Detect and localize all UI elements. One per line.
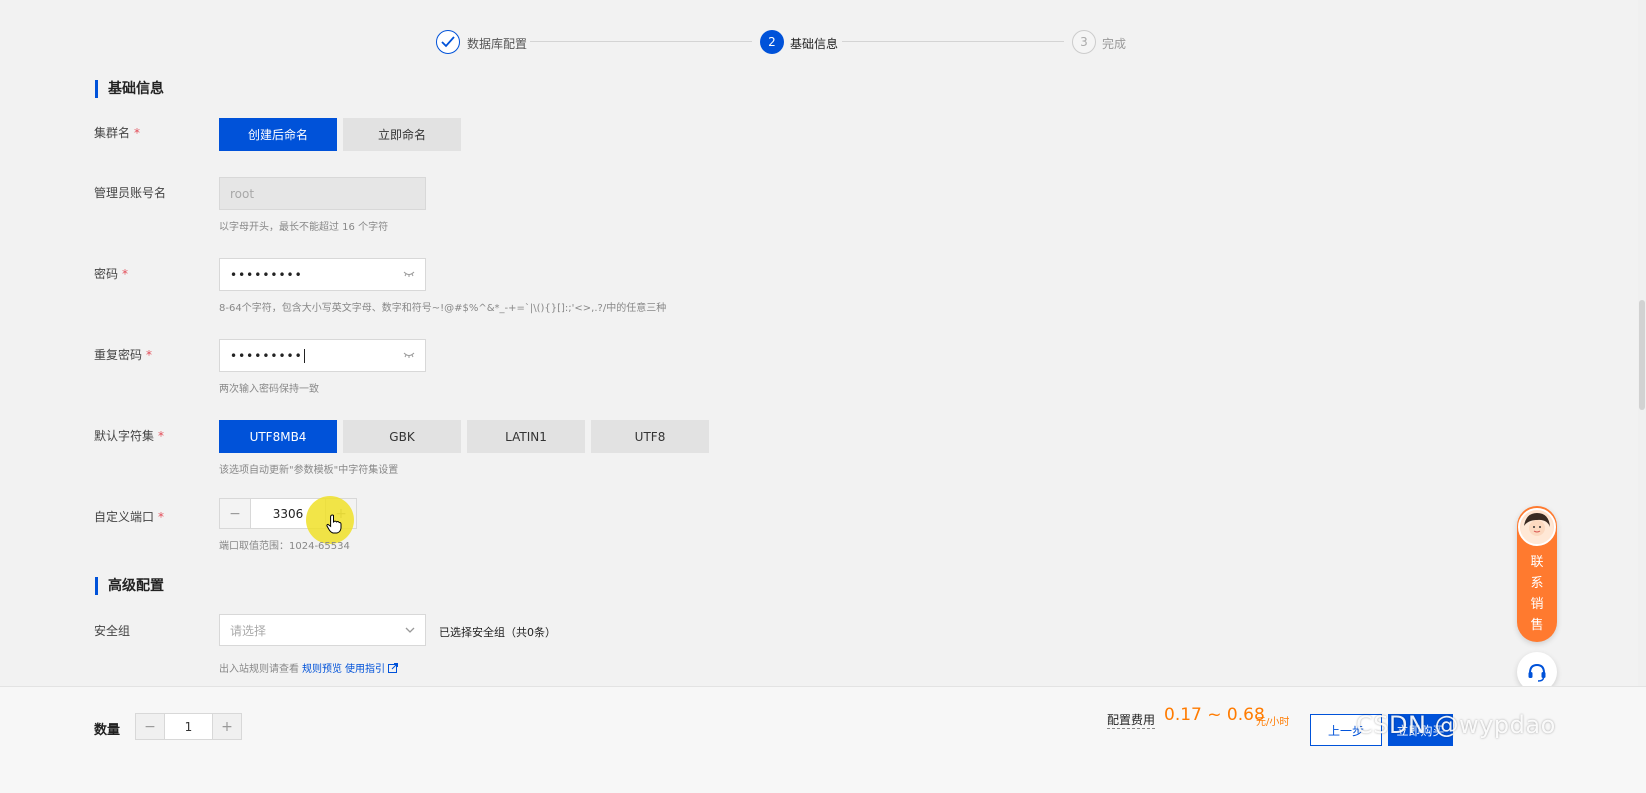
quantity-input[interactable]: 1 <box>164 714 213 739</box>
port-decrement-button[interactable]: − <box>220 499 250 528</box>
contact-sales-button[interactable]: 联 系 销 售 <box>1517 506 1557 642</box>
step-2-number: 2 <box>760 30 784 54</box>
scrollbar-thumb[interactable] <box>1639 300 1645 410</box>
external-link-icon[interactable] <box>388 662 398 673</box>
rule-help-prefix: 出入站规则请查看 <box>219 664 299 675</box>
quantity-increment-button[interactable]: + <box>213 714 241 739</box>
port-help: 端口取值范围：1024-65534 <box>219 541 350 552</box>
charset-option-latin1[interactable]: LATIN1 <box>467 420 585 453</box>
confirm-password-label-text: 重复密码 <box>94 348 143 362</box>
charset-option-utf8mb4[interactable]: UTF8MB4 <box>219 420 337 453</box>
charset-label: 默认字符集 * <box>94 427 164 444</box>
bottom-action-bar: 数量 − 1 + 配置费用 0.17 ~ 0.68 元/小时 上一步 立即购买 … <box>0 686 1646 793</box>
security-group-label: 安全组 <box>94 622 130 639</box>
charset-help: 该选项自动更新"参数模板"中字符集设置 <box>219 465 399 476</box>
confirm-password-help: 两次输入密码保持一致 <box>219 384 319 395</box>
admin-account-input[interactable]: root <box>219 177 426 210</box>
contact-char: 售 <box>1530 618 1544 633</box>
admin-account-label-text: 管理员账号名 <box>94 186 167 200</box>
contact-char: 销 <box>1530 597 1544 612</box>
security-group-placeholder: 请选择 <box>230 623 267 638</box>
step-2-label: 基础信息 <box>790 37 839 51</box>
charset-label-text: 默认字符集 <box>94 429 155 443</box>
config-fee-label[interactable]: 配置费用 <box>1107 711 1156 729</box>
cluster-name-label-text: 集群名 <box>94 126 131 140</box>
password-help: 8-64个字符，包含大小写英文字母、数字和符号~!@#$%^&*_-+=`|\(… <box>219 303 667 314</box>
password-input[interactable]: ••••••••• <box>219 258 426 291</box>
step-divider <box>530 41 752 42</box>
contact-char: 联 <box>1530 555 1544 570</box>
charset-option-utf8[interactable]: UTF8 <box>591 420 709 453</box>
security-group-select[interactable]: 请选择 <box>219 614 426 646</box>
sales-avatar <box>1518 508 1556 546</box>
password-label: 密码 * <box>94 265 128 282</box>
security-rule-help: 出入站规则请查看 规则预览 使用指引 <box>219 660 398 675</box>
confirm-password-label: 重复密码 * <box>94 346 152 363</box>
required-mark: * <box>122 267 129 281</box>
steps-bar: 数据库配置 2 基础信息 3 完成 <box>0 28 1646 56</box>
port-label: 自定义端口 * <box>94 508 164 525</box>
cluster-name-option-now[interactable]: 立即命名 <box>343 118 461 151</box>
text-caret <box>303 348 305 363</box>
step-3-label: 完成 <box>1102 37 1127 51</box>
required-mark: * <box>158 510 165 524</box>
password-label-text: 密码 <box>94 267 119 281</box>
rule-preview-link[interactable]: 规则预览 <box>302 660 342 675</box>
quantity-label: 数量 <box>94 723 121 738</box>
required-mark: * <box>134 126 141 140</box>
usage-guide-link[interactable]: 使用指引 <box>345 660 385 675</box>
quantity-stepper[interactable]: − 1 + <box>135 713 242 740</box>
chevron-down-icon <box>405 627 415 633</box>
cluster-name-option-later[interactable]: 创建后命名 <box>219 118 337 151</box>
confirm-password-input[interactable]: ••••••••• <box>219 339 426 372</box>
eye-closed-icon[interactable] <box>403 270 415 278</box>
step-1-check-icon <box>436 30 460 54</box>
selected-security-group-count: 已选择安全组（共0条） <box>439 626 556 639</box>
section-title-advanced: 高级配置 <box>95 577 164 595</box>
watermark: CSDN @wypdao <box>1356 711 1556 739</box>
charset-option-gbk[interactable]: GBK <box>343 420 461 453</box>
step-1-label: 数据库配置 <box>467 37 528 51</box>
config-fee-value: 0.17 ~ 0.68 <box>1164 705 1265 725</box>
confirm-password-value: ••••••••• <box>230 348 303 363</box>
section-title-basic: 基础信息 <box>95 80 164 98</box>
config-fee-unit: 元/小时 <box>1256 717 1290 728</box>
password-value: ••••••••• <box>230 267 303 282</box>
port-label-text: 自定义端口 <box>94 510 155 524</box>
contact-char: 系 <box>1530 576 1544 591</box>
security-group-label-text: 安全组 <box>94 624 131 638</box>
headset-icon <box>1528 663 1546 682</box>
contact-sales-text: 联 系 销 售 <box>1517 552 1557 636</box>
admin-account-help: 以字母开头，最长不能超过 16 个字符 <box>219 222 389 233</box>
required-mark: * <box>146 348 153 362</box>
required-mark: * <box>158 429 165 443</box>
admin-account-label: 管理员账号名 <box>94 184 166 201</box>
hand-pointer-icon <box>326 514 342 534</box>
cluster-name-label: 集群名 * <box>94 124 140 141</box>
eye-closed-icon[interactable] <box>403 351 415 359</box>
admin-account-value: root <box>230 186 255 201</box>
quantity-decrement-button[interactable]: − <box>136 714 164 739</box>
step-3-number: 3 <box>1072 30 1096 54</box>
step-divider <box>842 41 1064 42</box>
